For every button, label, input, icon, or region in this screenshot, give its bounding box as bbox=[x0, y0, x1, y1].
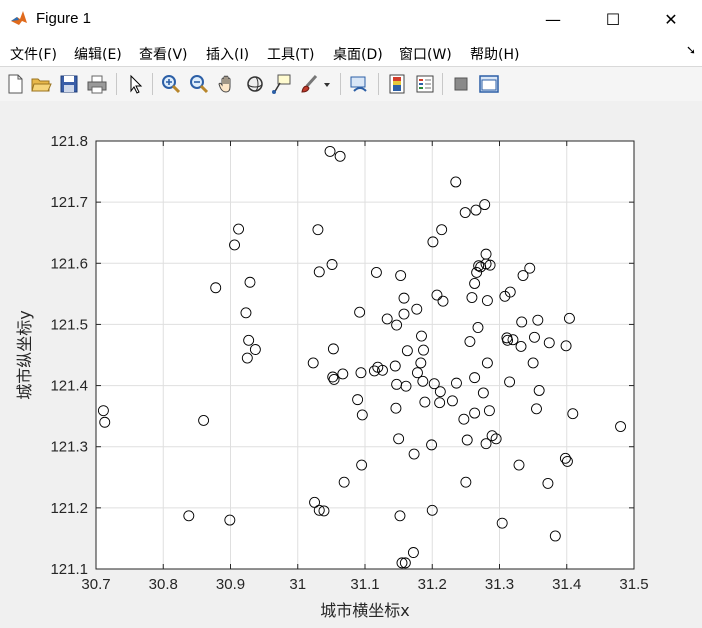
menu-help[interactable]: 帮助(H) bbox=[470, 44, 519, 64]
save-icon[interactable] bbox=[58, 73, 80, 95]
zoom-in-icon[interactable] bbox=[160, 73, 182, 95]
toolbar-separator bbox=[442, 73, 443, 95]
menu-insert[interactable]: 插入(I) bbox=[206, 44, 249, 64]
menu-desktop[interactable]: 桌面(D) bbox=[333, 44, 383, 64]
show-plot-tools-icon[interactable] bbox=[478, 73, 500, 95]
print-icon[interactable] bbox=[86, 73, 108, 95]
minimize-icon: — bbox=[545, 9, 561, 29]
x-tick-label: 31.3 bbox=[485, 576, 514, 593]
link-plot-icon[interactable] bbox=[348, 73, 370, 95]
y-axis-label: 城市纵坐标y bbox=[15, 310, 34, 399]
x-tick-label: 30.7 bbox=[81, 576, 110, 593]
scatter-chart: 30.7 30.8 30.9 31 31.1 31.2 31.3 31.4 31.5 121.1 1… bbox=[15, 133, 649, 620]
window-title: Figure 1 bbox=[36, 10, 92, 27]
y-tick-label: 121.3 bbox=[50, 439, 88, 456]
y-tick-label: 121.8 bbox=[50, 133, 88, 150]
minimize-button[interactable]: — bbox=[530, 0, 576, 38]
menu-tools[interactable]: 工具(T) bbox=[267, 44, 314, 64]
maximize-icon: ☐ bbox=[605, 9, 621, 29]
menu-window[interactable]: 窗口(W) bbox=[399, 44, 452, 64]
title-bar: Figure 1 — ☐ ✕ bbox=[0, 0, 702, 38]
insert-legend-icon[interactable] bbox=[414, 73, 436, 95]
toolbar-separator bbox=[340, 73, 341, 95]
menu-view[interactable]: 查看(V) bbox=[139, 44, 188, 64]
y-tick-label: 121.1 bbox=[50, 561, 88, 578]
x-tick-label: 31.1 bbox=[350, 576, 379, 593]
y-tick-label: 121.5 bbox=[50, 316, 88, 333]
x-tick-label: 31.2 bbox=[418, 576, 447, 593]
insert-colorbar-icon[interactable] bbox=[386, 73, 408, 95]
new-figure-icon[interactable] bbox=[4, 73, 26, 95]
y-tick-label: 121.6 bbox=[50, 255, 88, 272]
x-tick-label: 31.4 bbox=[552, 576, 581, 593]
y-tick-label: 121.4 bbox=[50, 378, 88, 395]
open-file-icon[interactable] bbox=[30, 73, 52, 95]
menu-edit[interactable]: 编辑(E) bbox=[74, 44, 122, 64]
maximize-button[interactable]: ☐ bbox=[590, 0, 636, 38]
toolbar-separator bbox=[152, 73, 153, 95]
dock-arrow-icon[interactable]: ➘ bbox=[686, 43, 696, 57]
y-tick-label: 121.2 bbox=[50, 500, 88, 517]
x-tick-label: 30.8 bbox=[149, 576, 178, 593]
menu-bar: 文件(F) 编辑(E) 查看(V) 插入(I) 工具(T) 桌面(D) 窗口(W… bbox=[0, 38, 702, 66]
menu-file[interactable]: 文件(F) bbox=[10, 44, 57, 64]
x-axis-label: 城市横坐标x bbox=[320, 601, 409, 620]
brush-icon[interactable] bbox=[298, 73, 320, 95]
matlab-logo-icon bbox=[10, 9, 28, 27]
rotate-3d-icon[interactable] bbox=[244, 73, 266, 95]
x-tick-label: 30.9 bbox=[216, 576, 245, 593]
figure-toolbar bbox=[0, 66, 702, 102]
close-button[interactable]: ✕ bbox=[648, 0, 694, 38]
pan-hand-icon[interactable] bbox=[216, 73, 238, 95]
toolbar-separator bbox=[116, 73, 117, 95]
brush-dropdown-icon[interactable] bbox=[322, 73, 332, 95]
y-tick-label: 121.7 bbox=[50, 194, 88, 211]
x-tick-label: 31.5 bbox=[619, 576, 648, 593]
close-icon: ✕ bbox=[664, 9, 678, 29]
hide-plot-tools-icon[interactable] bbox=[450, 73, 472, 95]
data-cursor-icon[interactable] bbox=[270, 73, 292, 95]
select-arrow-icon[interactable] bbox=[124, 73, 146, 95]
toolbar-separator bbox=[378, 73, 379, 95]
figure-area: 30.7 30.8 30.9 31 31.1 31.2 31.3 31.4 31.5 121.1 1… bbox=[0, 101, 702, 628]
zoom-out-icon[interactable] bbox=[188, 73, 210, 95]
x-tick-label: 31 bbox=[289, 576, 306, 593]
